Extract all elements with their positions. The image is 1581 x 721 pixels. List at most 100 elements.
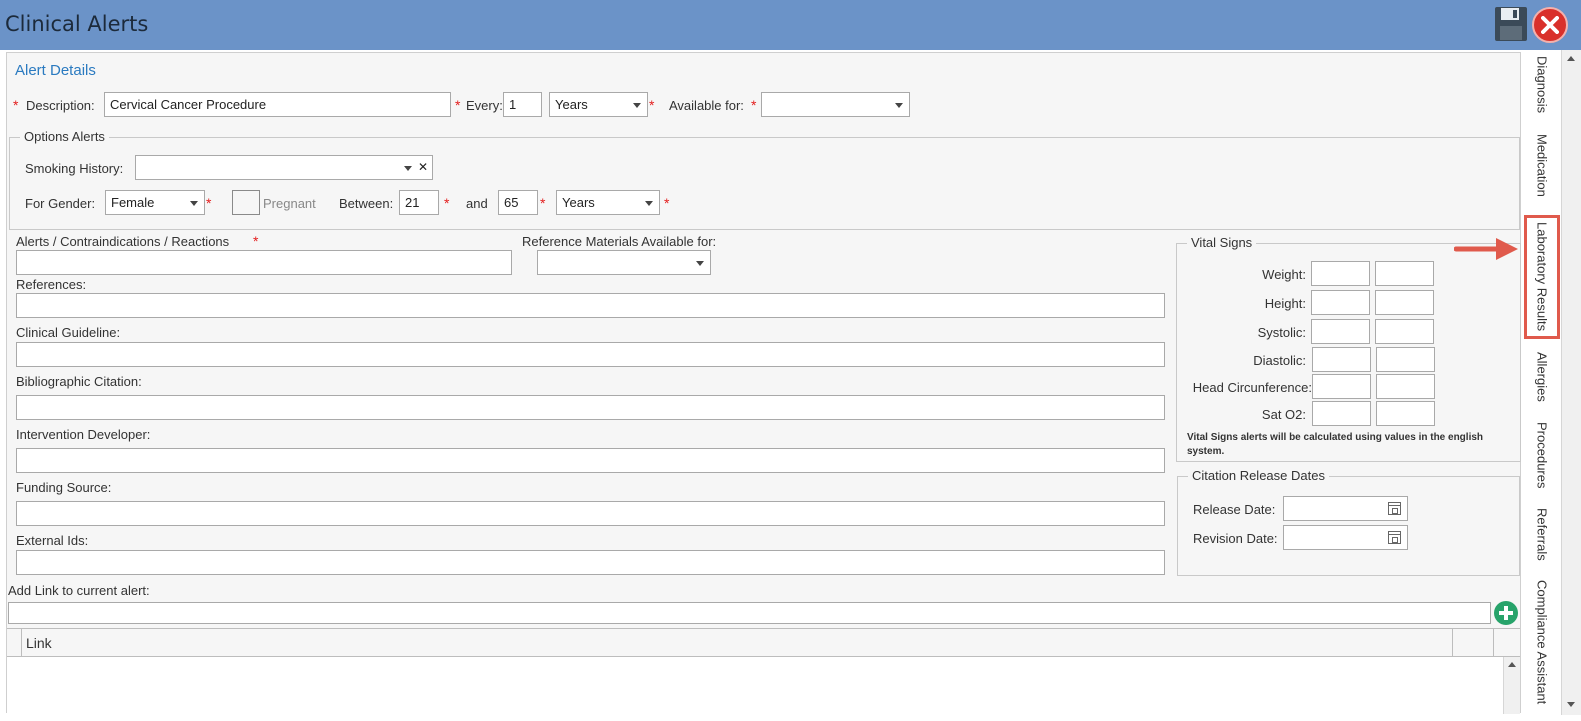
grid-scrollbar[interactable] [1503, 657, 1520, 714]
alert-form-panel: Alert Details * Description: Cervical Ca… [6, 52, 1521, 714]
height-label: Height: [1264, 296, 1306, 311]
and-label: and [466, 196, 488, 211]
head-circumference-input[interactable] [1312, 374, 1371, 399]
gender-select[interactable]: Female [105, 190, 205, 215]
link-grid-header: Link [7, 629, 1520, 657]
vital-signs-note: Vital Signs alerts will be calculated us… [1187, 432, 1484, 457]
sat-o2-input-alt[interactable] [1376, 401, 1435, 426]
options-alerts-group: Options Alerts Smoking History: ✕ For Ge… [9, 129, 1520, 230]
add-link-plus-icon[interactable] [1494, 601, 1518, 625]
required-mark: * [455, 97, 461, 113]
title-bar: Clinical Alerts [0, 0, 1581, 50]
alert-details-heading: Alert Details [15, 62, 96, 79]
tab-laboratory-results[interactable]: Laboratory Results [1524, 215, 1560, 339]
add-link-label: Add Link to current alert: [8, 583, 150, 598]
tab-diagnosis[interactable]: Diagnosis [1524, 56, 1560, 120]
head-circumference-input-alt[interactable] [1376, 374, 1435, 399]
release-date-label: Release Date: [1193, 502, 1276, 517]
smoking-history-label: Smoking History: [25, 161, 124, 176]
age-from-input[interactable]: 21 [399, 190, 439, 215]
every-label: Every: [466, 98, 503, 113]
reference-materials-label: Reference Materials Available for: [522, 234, 717, 249]
every-unit-value: Years [555, 97, 588, 112]
head-circumference-label: Head Circunference: [1192, 380, 1312, 395]
references-label: References: [16, 277, 87, 292]
sat-o2-label: Sat O2: [1261, 407, 1306, 422]
tab-compliance-assistant[interactable]: Compliance Assistant [1524, 580, 1560, 715]
description-label: Description: [26, 98, 95, 113]
intervention-developer-input[interactable] [16, 448, 1165, 473]
height-input[interactable] [1311, 290, 1370, 315]
window-scrollbar[interactable] [1561, 50, 1581, 715]
diastolic-input[interactable] [1312, 347, 1371, 372]
systolic-label: Systolic: [1257, 325, 1306, 340]
available-for-label: Available for: [669, 98, 744, 113]
pregnant-checkbox[interactable] [232, 190, 260, 215]
calendar-icon[interactable] [1388, 531, 1401, 544]
funding-source-input[interactable] [16, 501, 1165, 526]
chevron-down-icon [404, 166, 412, 171]
height-input-alt[interactable] [1375, 290, 1434, 315]
scroll-up-icon[interactable] [1567, 56, 1575, 61]
grid-divider [1452, 629, 1453, 657]
gender-value: Female [111, 195, 155, 210]
release-date-input[interactable] [1283, 496, 1408, 521]
tab-allergies[interactable]: Allergies [1524, 352, 1560, 412]
chevron-down-icon [645, 201, 653, 206]
required-mark: * [13, 97, 19, 113]
sidebar-tabs: Diagnosis Medication Laboratory Results … [1522, 50, 1562, 715]
required-mark: * [206, 195, 212, 211]
add-link-input[interactable] [8, 602, 1491, 624]
calendar-icon[interactable] [1388, 502, 1401, 515]
for-gender-label: For Gender: [25, 196, 96, 211]
clinical-guideline-input[interactable] [16, 342, 1165, 367]
link-grid: Link [7, 628, 1520, 714]
close-icon[interactable] [1532, 7, 1568, 43]
external-ids-input[interactable] [16, 550, 1165, 575]
systolic-input[interactable] [1311, 319, 1370, 344]
required-mark: * [444, 195, 450, 211]
citation-dates-legend: Citation Release Dates [1188, 468, 1329, 483]
scroll-up-icon[interactable] [1508, 662, 1516, 667]
bibliographic-citation-input[interactable] [16, 395, 1165, 420]
vital-signs-group: Vital Signs Weight: Height: Systolic: Di… [1176, 235, 1521, 462]
reference-materials-select[interactable] [537, 250, 711, 275]
link-column-header[interactable]: Link [26, 635, 52, 651]
chevron-down-icon [696, 261, 704, 266]
intervention-developer-label: Intervention Developer: [16, 427, 151, 442]
required-mark: * [751, 97, 757, 113]
diastolic-label: Diastolic: [1253, 353, 1306, 368]
options-alerts-legend: Options Alerts [20, 129, 109, 144]
clear-icon[interactable]: ✕ [418, 160, 428, 174]
diastolic-input-alt[interactable] [1376, 347, 1435, 372]
pregnant-label: Pregnant [263, 196, 316, 211]
required-mark: * [649, 97, 655, 113]
chevron-down-icon [190, 201, 198, 206]
save-icon[interactable] [1494, 6, 1528, 42]
chevron-down-icon [895, 103, 903, 108]
funding-source-label: Funding Source: [16, 480, 112, 495]
external-ids-label: External Ids: [16, 533, 89, 548]
revision-date-label: Revision Date: [1193, 531, 1278, 546]
required-mark: * [540, 195, 546, 211]
weight-input[interactable] [1311, 261, 1370, 286]
tab-referrals[interactable]: Referrals [1524, 508, 1560, 568]
every-input[interactable]: 1 [503, 92, 542, 117]
tab-procedures[interactable]: Procedures [1524, 422, 1560, 496]
description-input[interactable]: Cervical Cancer Procedure [104, 92, 451, 117]
scroll-down-icon[interactable] [1567, 702, 1575, 707]
alerts-contraindications-input[interactable] [16, 250, 512, 275]
age-unit-select[interactable]: Years [556, 190, 660, 215]
revision-date-input[interactable] [1283, 525, 1408, 550]
required-mark: * [253, 233, 259, 249]
sat-o2-input[interactable] [1312, 401, 1371, 426]
tab-medication[interactable]: Medication [1524, 134, 1560, 208]
systolic-input-alt[interactable] [1375, 319, 1434, 344]
between-label: Between: [339, 196, 394, 211]
references-input[interactable] [16, 293, 1165, 318]
age-to-input[interactable]: 65 [498, 190, 538, 215]
available-for-select[interactable] [761, 92, 910, 117]
weight-input-alt[interactable] [1375, 261, 1434, 286]
smoking-history-select[interactable]: ✕ [135, 155, 433, 180]
every-unit-select[interactable]: Years [549, 92, 648, 117]
